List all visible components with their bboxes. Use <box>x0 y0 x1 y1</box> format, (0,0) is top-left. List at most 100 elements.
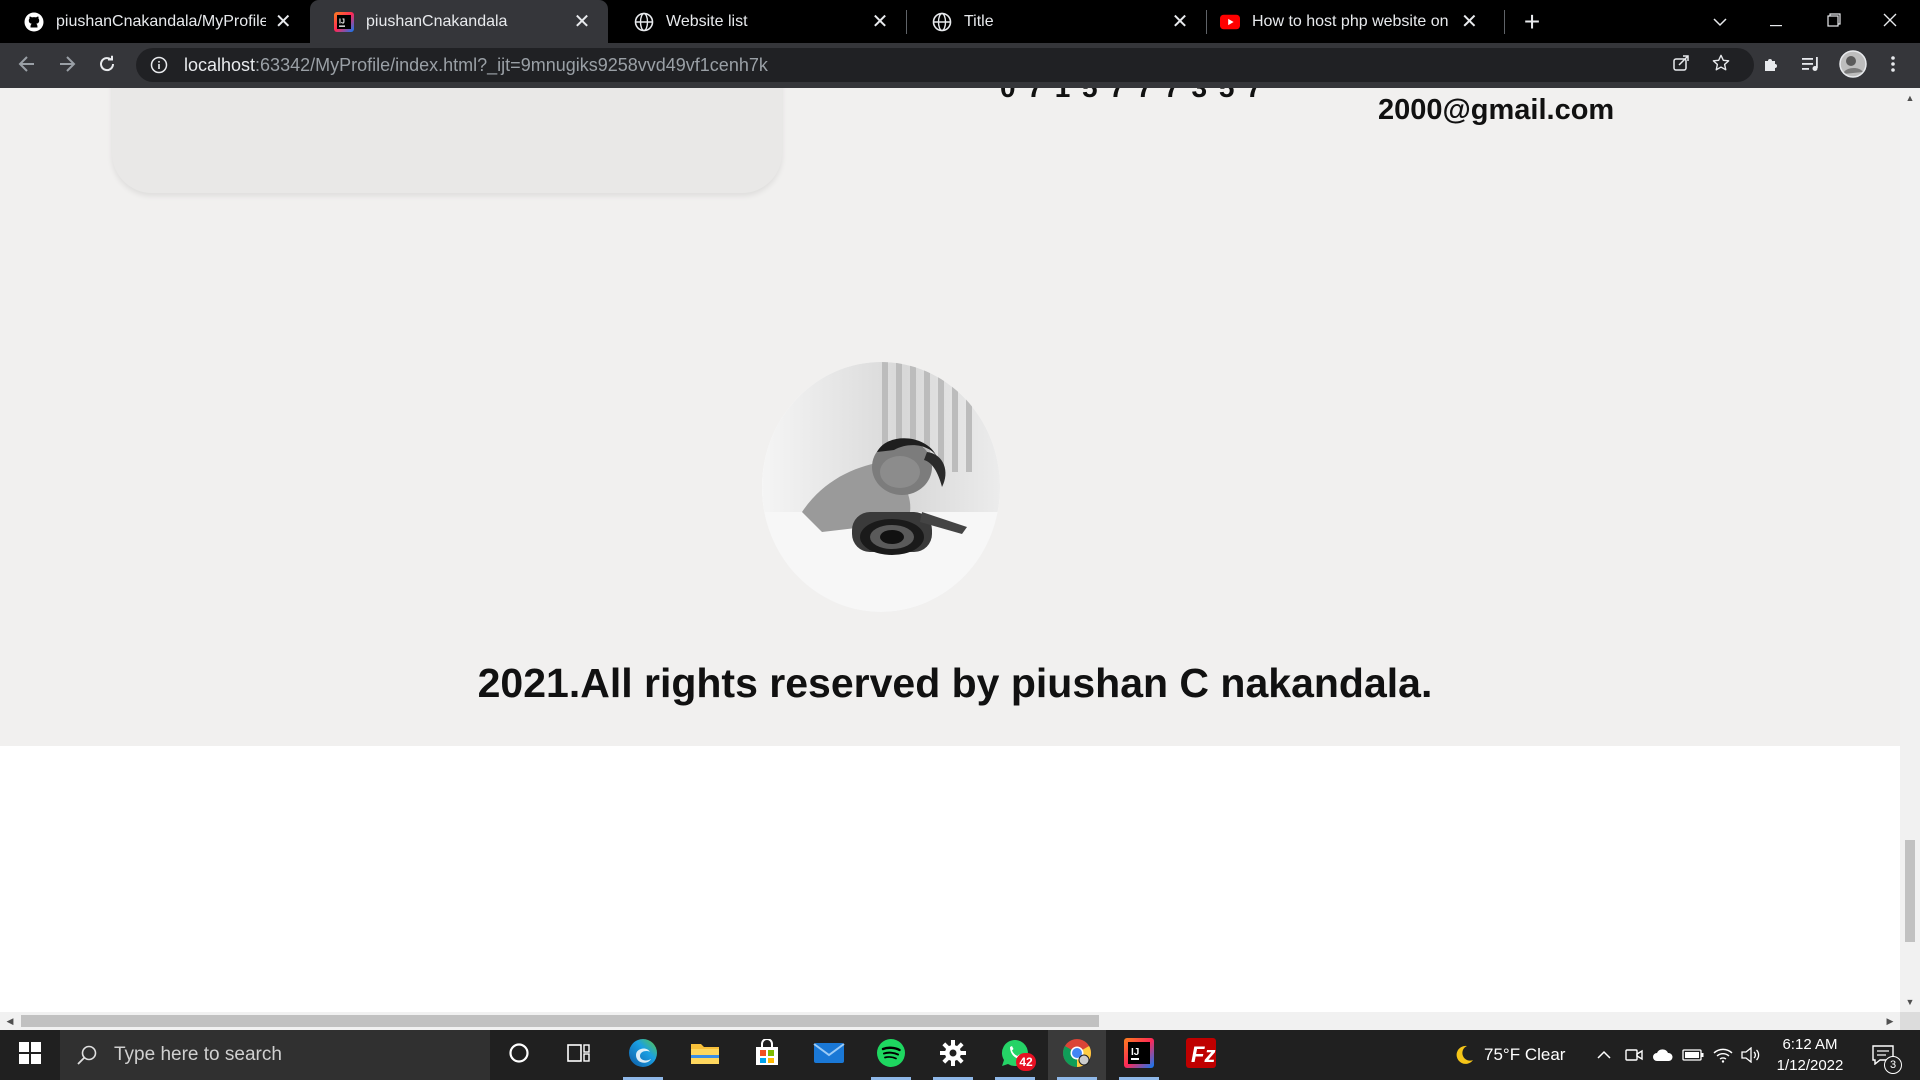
browser-toolbar: localhost:63342/MyProfile/index.html?_ij… <box>0 43 1920 88</box>
tab-title-page[interactable]: Title ✕ <box>908 0 1206 43</box>
volume-icon[interactable] <box>1738 1030 1764 1080</box>
edge-taskbar-app[interactable] <box>614 1030 672 1080</box>
share-icon <box>1672 54 1690 77</box>
notifications-button[interactable]: 3 <box>1862 1030 1904 1080</box>
github-icon <box>24 12 44 32</box>
svg-text:IJ: IJ <box>339 18 345 25</box>
filezilla-taskbar-app[interactable]: Fz <box>1172 1030 1230 1080</box>
scroll-up-icon[interactable]: ▲ <box>1900 88 1920 108</box>
reload-button[interactable] <box>90 49 124 83</box>
mail-taskbar-app[interactable] <box>800 1030 858 1080</box>
weather-icon[interactable] <box>1448 1030 1480 1080</box>
weather-text[interactable]: 75°F Clear <box>1484 1030 1590 1080</box>
clock[interactable]: 6:12 AM 1/12/2022 <box>1768 1034 1852 1078</box>
microsoft-store-icon <box>753 1037 781 1072</box>
profile-button[interactable] <box>1836 49 1870 83</box>
svg-text:IJ: IJ <box>1131 1047 1139 1058</box>
close-tab-icon[interactable]: ✕ <box>1459 10 1480 34</box>
scroll-corner <box>1900 1012 1920 1030</box>
cortana-button[interactable] <box>490 1030 548 1080</box>
restore-button[interactable] <box>1806 0 1862 43</box>
intellij-taskbar-app[interactable]: IJ <box>1110 1030 1168 1080</box>
address-bar[interactable]: localhost:63342/MyProfile/index.html?_ij… <box>136 48 1754 82</box>
close-tab-icon[interactable]: ✕ <box>570 10 594 34</box>
tab-github[interactable]: piushanCnakandala/MyProfile: th ✕ <box>0 0 308 43</box>
reload-icon <box>98 55 116 78</box>
clock-date: 1/12/2022 <box>1776 1057 1844 1074</box>
footer-section: 0 7 1 5 7 7 7 3 5 7 2000@gmail.com <box>0 88 1900 746</box>
task-view-button[interactable] <box>550 1030 608 1080</box>
close-tab-icon[interactable]: ✕ <box>1168 10 1192 34</box>
tab-website-list[interactable]: Website list ✕ <box>610 0 906 43</box>
mail-icon <box>813 1041 845 1070</box>
tab-title: piushanCnakandala/MyProfile: th <box>56 12 267 30</box>
media-control-button[interactable] <box>1794 49 1828 83</box>
share-button[interactable] <box>1664 48 1698 82</box>
microsoft-store-taskbar-app[interactable] <box>738 1030 796 1080</box>
youtube-icon <box>1220 12 1240 32</box>
page-viewport: 0 7 1 5 7 7 7 3 5 7 2000@gmail.com <box>0 88 1900 1012</box>
info-icon[interactable] <box>148 54 170 76</box>
settings-taskbar-app[interactable] <box>924 1030 982 1080</box>
tab-search-button[interactable] <box>1692 0 1748 43</box>
back-button[interactable] <box>10 49 44 83</box>
tab-youtube[interactable]: How to host php website on 000 ✕ <box>1196 0 1494 43</box>
settings-icon <box>939 1039 967 1072</box>
search-icon <box>76 1044 104 1066</box>
chrome-icon <box>1062 1038 1092 1073</box>
file-explorer-icon <box>690 1040 720 1071</box>
vertical-scrollbar[interactable]: ▲ ▼ <box>1900 88 1920 1012</box>
clock-time: 6:12 AM <box>1782 1036 1838 1053</box>
close-tab-icon[interactable]: ✕ <box>272 10 294 34</box>
contact-card <box>112 88 782 193</box>
new-tab-button[interactable]: + <box>1504 0 1560 43</box>
chevron-up-icon[interactable] <box>1592 1030 1616 1080</box>
phone-number: 0 7 1 5 7 7 7 3 5 7 <box>1000 88 1264 104</box>
extensions-button[interactable] <box>1754 49 1788 83</box>
start-button[interactable] <box>0 1030 60 1080</box>
close-tab-icon[interactable]: ✕ <box>868 10 892 34</box>
meet-now-icon[interactable] <box>1622 1030 1646 1080</box>
close-icon <box>1883 11 1897 32</box>
tab-title: Title <box>964 12 994 30</box>
playlist-icon <box>1801 55 1821 78</box>
tab-piushan[interactable]: IJ piushanCnakandala ✕ <box>310 0 608 43</box>
battery-icon[interactable] <box>1680 1030 1706 1080</box>
scroll-right-icon[interactable]: ▶ <box>1880 1011 1900 1031</box>
windows-icon <box>19 1041 41 1069</box>
intellij-icon: IJ <box>1124 1037 1154 1073</box>
horizontal-scroll-thumb[interactable] <box>21 1015 1099 1027</box>
scroll-left-icon[interactable]: ◀ <box>0 1011 20 1031</box>
minimize-icon <box>1770 11 1782 32</box>
wifi-icon[interactable] <box>1710 1030 1736 1080</box>
chrome-taskbar-app[interactable] <box>1048 1030 1106 1080</box>
arrow-left-icon <box>18 55 36 78</box>
whatsapp-badge: 42 <box>1016 1053 1036 1071</box>
bookmark-button[interactable] <box>1704 48 1738 82</box>
edge-icon <box>627 1037 659 1074</box>
minimize-button[interactable] <box>1748 0 1804 43</box>
restore-icon <box>1827 11 1841 32</box>
browser-menu-button[interactable] <box>1876 49 1910 83</box>
close-window-button[interactable] <box>1862 0 1918 43</box>
url-text: localhost:63342/MyProfile/index.html?_ij… <box>184 55 768 76</box>
url-path: :63342/MyProfile/index.html?_ijt=9mnugik… <box>255 54 768 75</box>
file-explorer-taskbar-app[interactable] <box>676 1030 734 1080</box>
arrow-right-icon <box>58 55 76 78</box>
globe-icon <box>634 12 654 32</box>
url-host: localhost <box>184 54 256 75</box>
avatar-icon <box>1839 49 1867 83</box>
whatsapp-taskbar-app[interactable]: 42 <box>986 1030 1044 1080</box>
onedrive-icon[interactable] <box>1650 1030 1676 1080</box>
intellij-icon: IJ <box>334 11 354 32</box>
spotify-taskbar-app[interactable] <box>862 1030 920 1080</box>
email-address: 2000@gmail.com <box>1378 94 1615 126</box>
vertical-scroll-thumb[interactable] <box>1905 840 1915 942</box>
forward-button[interactable] <box>50 49 84 83</box>
chevron-down-icon <box>1713 11 1727 32</box>
svg-text:Fz: Fz <box>1191 1042 1215 1067</box>
taskbar-search[interactable]: Type here to search <box>60 1030 490 1080</box>
horizontal-scrollbar[interactable]: ◀ ▶ <box>0 1012 1900 1030</box>
filezilla-icon: Fz <box>1186 1037 1216 1073</box>
scroll-down-icon[interactable]: ▼ <box>1900 992 1920 1012</box>
